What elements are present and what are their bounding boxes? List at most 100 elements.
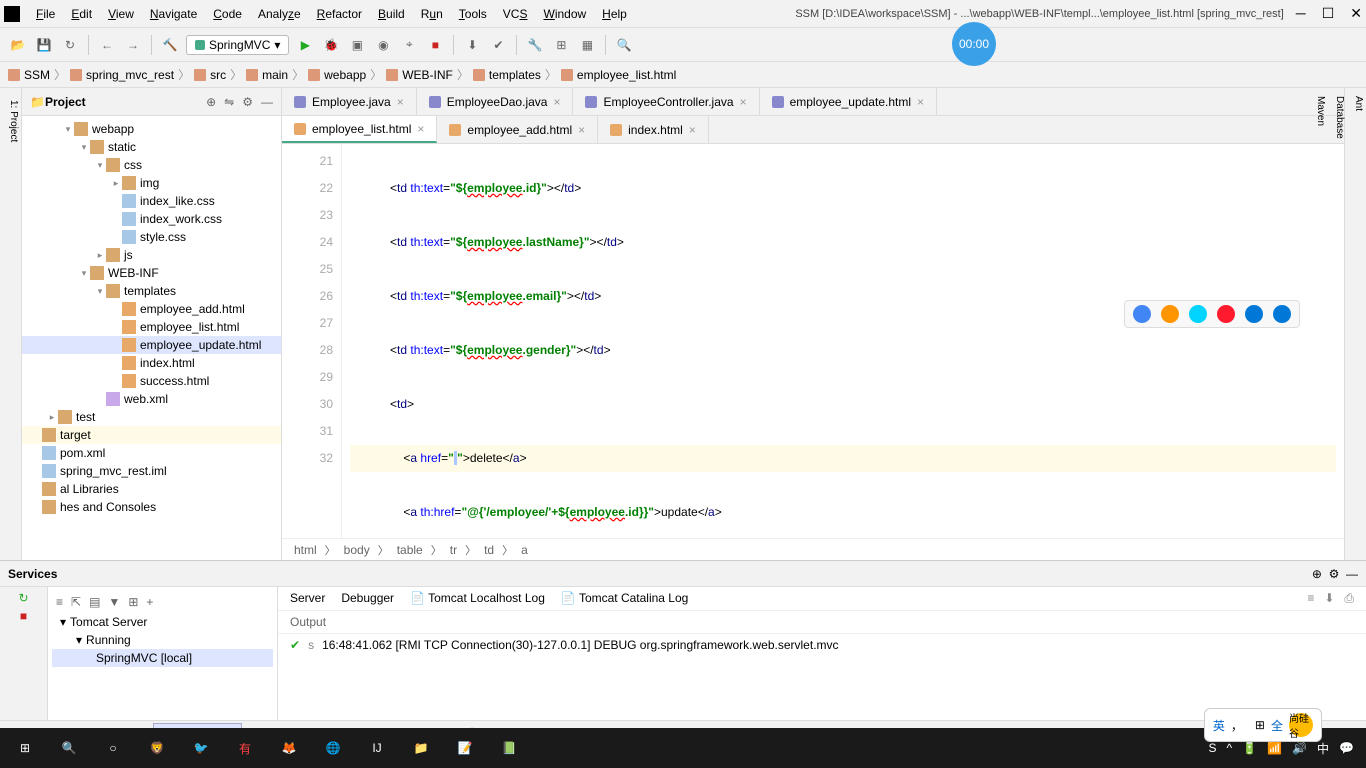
catalina-log-tab[interactable]: 📄 Tomcat Catalina Log [561,591,688,606]
tree-item[interactable]: style.css [22,228,281,246]
code-area[interactable]: <td th:text="${employee.id}"></td> <td t… [342,144,1344,538]
target-icon[interactable]: ⊕ [206,95,216,109]
breadcrumb-item[interactable]: templates [473,68,541,82]
search-button[interactable]: 🔍 [48,730,90,766]
close-tab-icon[interactable]: × [553,95,560,109]
close-tab-icon[interactable]: × [917,95,924,109]
filter2-icon[interactable]: ▼ [108,595,120,609]
settings-icon[interactable]: 🔧 [525,35,545,55]
tree-item[interactable]: ▸test [22,408,281,426]
service-tree-item[interactable]: SpringMVC [local] [52,649,273,667]
minimize-button[interactable]: ─ [1296,5,1306,22]
start-button[interactable]: ⊞ [4,730,46,766]
search-icon[interactable]: 🔍 [614,35,634,55]
ide-icon[interactable]: ▦ [577,35,597,55]
menu-window[interactable]: Window [535,5,594,23]
battery-icon[interactable]: 🔋 [1242,741,1257,755]
tree-item[interactable]: hes and Consoles [22,498,281,516]
menu-help[interactable]: Help [594,5,635,23]
tree-item[interactable]: success.html [22,372,281,390]
output-console[interactable]: ✔ s 16:48:41.062 [RMI TCP Connection(30)… [278,634,1366,720]
editor-tab[interactable]: EmployeeController.java× [573,88,759,115]
menu-navigate[interactable]: Navigate [142,5,205,23]
tree-item[interactable]: employee_add.html [22,300,281,318]
vcs-update-icon[interactable]: ⬇ [462,35,482,55]
gear-icon[interactable]: ⊕ [1312,567,1322,581]
crumb[interactable]: td [484,543,494,557]
hide-icon[interactable]: — [261,95,273,109]
menu-refactor[interactable]: Refactor [309,5,370,23]
build-icon[interactable]: 🔨 [160,35,180,55]
tray-icon[interactable]: S [1209,741,1217,755]
crumb[interactable]: html [294,543,317,557]
save-all-icon[interactable]: 💾 [34,35,54,55]
tree-item[interactable]: ▾css [22,156,281,174]
menu-view[interactable]: View [100,5,142,23]
tree-item[interactable]: employee_list.html [22,318,281,336]
vcs-commit-icon[interactable]: ✔ [488,35,508,55]
breadcrumb-item[interactable]: spring_mvc_rest [70,68,174,82]
tree-item[interactable]: spring_mvc_rest.iml [22,462,281,480]
tree-item[interactable]: index.html [22,354,281,372]
service-tree-item[interactable]: ▾ Running [52,631,273,649]
intellij-icon[interactable]: IJ [356,730,398,766]
scroll-icon[interactable]: ⬇ [1324,591,1334,606]
tree-item[interactable]: ▾webapp [22,120,281,138]
chrome-icon[interactable] [1133,305,1151,323]
app-icon[interactable]: 有 [224,730,266,766]
maximize-button[interactable]: ☐ [1322,5,1335,22]
tray-up-icon[interactable]: ^ [1227,741,1233,755]
firefox-icon[interactable] [1161,305,1179,323]
tree-item[interactable]: employee_update.html [22,336,281,354]
edge-icon[interactable] [1273,305,1291,323]
close-tab-icon[interactable]: × [417,122,424,136]
structure-icon[interactable]: ⊞ [551,35,571,55]
ime-widget[interactable]: 英， ⊞全 尚硅谷 [1204,708,1322,742]
breadcrumb-item[interactable]: employee_list.html [561,68,676,82]
notepad-icon[interactable]: 📝 [444,730,486,766]
tree-item[interactable]: ▾templates [22,282,281,300]
add-icon[interactable]: + [146,595,153,609]
tree-item[interactable]: ▾WEB-INF [22,264,281,282]
tree-item[interactable]: target [22,426,281,444]
app-icon[interactable]: 🦁 [136,730,178,766]
forward-icon[interactable]: → [123,35,143,55]
collapse-icon[interactable]: ⇱ [71,595,81,609]
firefox-icon[interactable]: 🦊 [268,730,310,766]
profile-icon[interactable]: ◉ [373,35,393,55]
explorer-icon[interactable]: 📁 [400,730,442,766]
project-tool-button[interactable]: 1: Project [8,96,19,552]
stop-icon[interactable]: ■ [20,609,27,623]
close-tab-icon[interactable]: × [740,95,747,109]
menu-edit[interactable]: Edit [63,5,100,23]
project-tree[interactable]: ▾webapp▾static▾css▸imgindex_like.cssinde… [22,116,281,560]
breadcrumb-item[interactable]: SSM [8,68,50,82]
crumb[interactable]: body [344,543,370,557]
localhost-log-tab[interactable]: 📄 Tomcat Localhost Log [410,591,545,606]
tree-item[interactable]: ▸img [22,174,281,192]
tree-item[interactable]: web.xml [22,390,281,408]
menu-vcs[interactable]: VCS [495,5,536,23]
collapse-icon[interactable]: ⇋ [224,95,234,109]
expand-icon[interactable]: ≡ [56,595,63,609]
group-icon[interactable]: ⊞ [128,595,138,609]
breadcrumb-item[interactable]: src [194,68,226,82]
tree-item[interactable]: al Libraries [22,480,281,498]
system-tray[interactable]: S ^ 🔋 📶 🔊 中 💬 [1209,740,1362,757]
close-tab-icon[interactable]: × [397,95,404,109]
tree-item[interactable]: pom.xml [22,444,281,462]
gear-icon[interactable]: ⚙ [1329,567,1340,581]
ie-icon[interactable] [1245,305,1263,323]
app-icon[interactable]: 🐦 [180,730,222,766]
tree-item[interactable]: index_like.css [22,192,281,210]
server-tab[interactable]: Server [290,591,325,606]
wrap-icon[interactable]: ≡ [1307,591,1314,606]
hide-icon[interactable]: — [1346,567,1358,581]
code-editor[interactable]: 212223242526272829303132 <td th:text="${… [282,144,1344,538]
wifi-icon[interactable]: 📶 [1267,741,1282,755]
ime-icon[interactable]: 中 [1317,740,1329,757]
crumb[interactable]: table [397,543,423,557]
open-icon[interactable]: 📂 [8,35,28,55]
app-icon[interactable]: 📗 [488,730,530,766]
back-icon[interactable]: ← [97,35,117,55]
